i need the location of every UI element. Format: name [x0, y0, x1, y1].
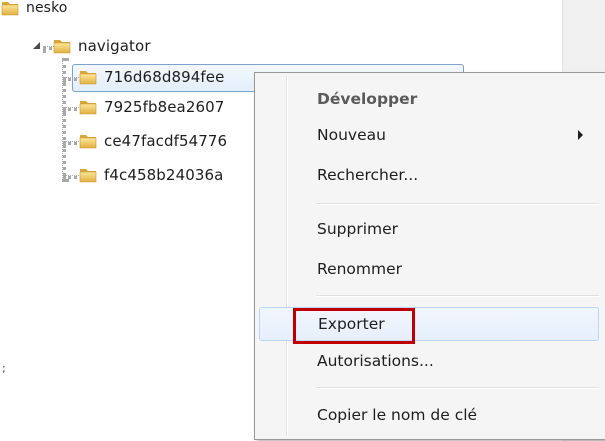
menu-item-supprimer[interactable]: Supprimer	[259, 213, 599, 245]
menu-item-rechercher[interactable]: Rechercher...	[259, 159, 599, 191]
menu-item-label: Nouveau	[317, 126, 386, 144]
tree-node-navigator[interactable]: navigator	[52, 34, 151, 58]
menu-item-nouveau[interactable]: Nouveau	[259, 119, 599, 151]
menu-item-label: Supprimer	[317, 220, 399, 238]
tree-node-label: nesko	[26, 0, 68, 16]
tree-node-label: navigator	[78, 37, 151, 55]
side-mark: ;	[2, 362, 6, 375]
folder-icon	[0, 0, 20, 18]
menu-separator	[316, 387, 599, 389]
menu-separator	[316, 295, 599, 297]
folder-icon	[78, 131, 98, 151]
expand-arrow-icon[interactable]	[32, 41, 42, 51]
annotation-highlight-box	[293, 308, 415, 344]
tree-node-child[interactable]: 716d68d894fee	[78, 65, 224, 89]
tree-node-label: 7925fb8ea2607	[104, 98, 225, 116]
folder-icon	[78, 165, 98, 185]
folder-icon	[78, 67, 98, 87]
menu-item-autorisations[interactable]: Autorisations...	[259, 345, 599, 377]
tree-node-label: 716d68d894fee	[104, 68, 225, 86]
menu-item-label: Autorisations...	[317, 352, 434, 370]
tree-node-child[interactable]: f4c458b24036a	[78, 163, 223, 187]
menu-item-copier-nom-cle[interactable]: Copier le nom de clé	[259, 399, 599, 431]
tree-node-nesko[interactable]: nesko	[0, 0, 67, 20]
menu-item-label: Rechercher...	[317, 166, 419, 184]
menu-separator	[316, 203, 599, 205]
submenu-arrow-icon	[578, 130, 583, 140]
menu-item-renommer[interactable]: Renommer	[259, 253, 599, 285]
tree-node-label: ce47facdf54776	[104, 132, 228, 150]
tree-node-child[interactable]: 7925fb8ea2607	[78, 95, 224, 119]
menu-item-developper[interactable]: Développer	[259, 83, 599, 115]
menu-item-label: Développer	[317, 90, 418, 108]
folder-icon	[78, 97, 98, 117]
menu-item-label: Copier le nom de clé	[317, 406, 478, 424]
tree-node-child[interactable]: ce47facdf54776	[78, 129, 227, 153]
folder-open-icon	[52, 36, 72, 56]
context-menu: Développer Nouveau Rechercher... Supprim…	[254, 72, 605, 440]
tree-node-label: f4c458b24036a	[104, 166, 224, 184]
menu-item-label: Renommer	[317, 260, 403, 278]
